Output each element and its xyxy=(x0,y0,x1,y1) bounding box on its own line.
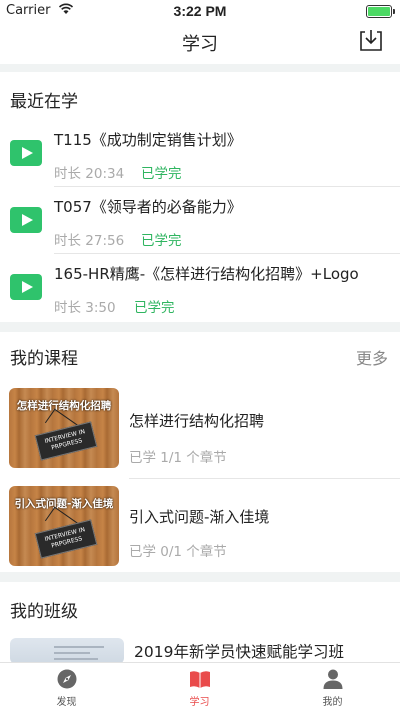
thumbnail-title: 引入式问题-渐入佳境 xyxy=(14,498,114,510)
recent-section: 最近在学 T115《成功制定销售计划》 时长 20:34 已学完 T057《领导… xyxy=(0,72,400,322)
recent-item-status: 已学完 xyxy=(141,166,182,182)
course-thumbnail: 怎样进行结构化招聘 INTERVIEW IN PRPGRESS xyxy=(9,388,119,468)
recent-item-title: 165-HR精鹰-《怎样进行结构化招聘》+Logo xyxy=(54,265,359,283)
course-thumbnail: 引入式问题-渐入佳境 INTERVIEW IN PRPGRESS xyxy=(9,486,119,566)
tab-label: 学习 xyxy=(189,697,210,708)
book-icon xyxy=(190,671,210,688)
recent-item-title: T057《领导者的必备能力》 xyxy=(54,198,242,216)
classes-heading: 我的班级 xyxy=(10,602,78,622)
recent-item[interactable]: T115《成功制定销售计划》 时长 20:34 已学完 xyxy=(0,120,400,186)
recent-heading: 最近在学 xyxy=(10,92,78,112)
recent-item-status: 已学完 xyxy=(141,233,182,249)
course-title: 引入式问题-渐入佳境 xyxy=(129,508,270,526)
course-title: 怎样进行结构化招聘 xyxy=(129,412,265,430)
recent-item[interactable]: T057《领导者的必备能力》 时长 27:56 已学完 xyxy=(0,187,400,253)
tab-label: 发现 xyxy=(56,697,77,708)
status-bar: Carrier 3:22 PM xyxy=(0,0,400,22)
course-progress: 已学 0/1 个章节 xyxy=(129,544,227,560)
recent-item[interactable]: 165-HR精鹰-《怎样进行结构化招聘》+Logo 时长 3:50 已学完 xyxy=(0,254,400,320)
thumbnail-sign: INTERVIEW IN PRPGRESS xyxy=(34,421,98,461)
tab-discover[interactable]: 发现 xyxy=(0,663,133,711)
battery-icon xyxy=(366,5,395,18)
tab-bar: 发现 学习 我的 xyxy=(0,662,400,711)
clock: 3:22 PM xyxy=(173,3,227,19)
recent-item-duration: 时长 3:50 xyxy=(54,300,116,316)
courses-section: 我的课程 更多 怎样进行结构化招聘 INTERVIEW IN PRPGRESS … xyxy=(0,332,400,572)
person-icon xyxy=(323,669,343,689)
play-icon[interactable] xyxy=(10,140,42,166)
play-icon[interactable] xyxy=(10,274,42,300)
play-icon[interactable] xyxy=(10,207,42,233)
recent-item-duration: 时长 27:56 xyxy=(54,233,125,249)
course-progress: 已学 1/1 个章节 xyxy=(129,450,227,466)
course-item[interactable]: 引入式问题-渐入佳境 INTERVIEW IN PRPGRESS 引入式问题-渐… xyxy=(0,482,400,572)
divider xyxy=(129,478,400,479)
thumbnail-title: 怎样进行结构化招聘 xyxy=(16,400,112,412)
more-link[interactable]: 更多 xyxy=(356,345,388,369)
tab-label: 我的 xyxy=(322,697,343,708)
compass-icon xyxy=(57,669,77,689)
course-item[interactable]: 怎样进行结构化招聘 INTERVIEW IN PRPGRESS 怎样进行结构化招… xyxy=(0,384,400,474)
download-icon[interactable] xyxy=(358,27,384,53)
nav-bar: 学习 xyxy=(0,22,400,64)
recent-item-title: T115《成功制定销售计划》 xyxy=(54,131,242,149)
class-thumbnail[interactable] xyxy=(10,638,124,664)
class-title[interactable]: 2019年新学员快速赋能学习班 xyxy=(134,640,344,662)
tab-mine[interactable]: 我的 xyxy=(266,663,399,711)
thumbnail-sign: INTERVIEW IN PRPGRESS xyxy=(34,519,98,559)
tab-study[interactable]: 学习 xyxy=(133,663,266,711)
recent-item-status: 已学完 xyxy=(134,300,175,316)
page-title: 学习 xyxy=(182,34,218,55)
recent-item-duration: 时长 20:34 xyxy=(54,166,125,182)
courses-heading: 我的课程 xyxy=(10,349,78,369)
